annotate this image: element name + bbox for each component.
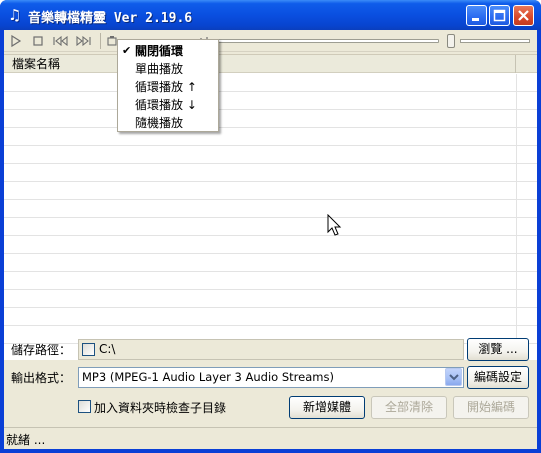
column-header-label: 檔案名稱 [12, 57, 61, 71]
file-list[interactable]: 檔案名稱 [4, 54, 537, 360]
menu-item-loop-down[interactable]: 循環播放 ↓ [118, 96, 218, 114]
close-button[interactable] [513, 5, 534, 26]
include-subfolders-checkbox[interactable] [78, 400, 91, 413]
chevron-down-icon [449, 374, 459, 381]
menu-item-label: 隨機播放 [135, 116, 184, 130]
close-icon [518, 10, 529, 21]
minimize-button[interactable] [466, 5, 487, 26]
mouse-cursor-icon [327, 214, 342, 236]
volume-slider[interactable] [460, 39, 530, 43]
save-path-checkbox[interactable] [82, 343, 95, 356]
column-header-filename[interactable]: 檔案名稱 [4, 55, 516, 73]
maximize-button[interactable] [489, 5, 510, 26]
dropdown-button[interactable] [445, 368, 462, 386]
status-bar: 就緒 ... [4, 427, 537, 449]
save-path-label: 儲存路徑： [11, 343, 72, 357]
maximize-icon [493, 9, 506, 22]
loop-mode-menu: ✔ 關閉循環 單曲播放 循環播放 ↑ 循環播放 ↓ 隨機播放 [117, 39, 219, 132]
menu-item-label: 單曲播放 [135, 62, 184, 76]
player-toolbar [4, 30, 537, 52]
stop-icon[interactable] [32, 33, 44, 49]
music-note-icon: ♫ [8, 6, 22, 24]
column-divider [516, 74, 517, 360]
minimize-icon [472, 18, 479, 21]
clear-all-button[interactable]: 全部清除 [371, 396, 447, 419]
save-path-field[interactable]: C:\ [78, 339, 464, 360]
start-encode-button[interactable]: 開始編碼 [453, 396, 529, 419]
column-header-extra[interactable] [516, 55, 537, 73]
status-text: 就緒 ... [6, 433, 46, 447]
output-format-select[interactable]: MP3 (MPEG-1 Audio Layer 3 Audio Streams) [78, 367, 464, 388]
menu-item-label: 關閉循環 [135, 44, 184, 58]
title-bar[interactable]: ♫ 音樂轉檔精靈 Ver 2.19.6 [0, 0, 541, 30]
checkmark-icon: ✔ [122, 44, 132, 57]
add-media-button[interactable]: 新增媒體 [289, 396, 365, 419]
encode-settings-button[interactable]: 編碼設定 [467, 366, 529, 389]
include-subfolders-label: 加入資料夾時檢查子目錄 [94, 401, 227, 415]
browse-button[interactable]: 瀏覽 ... [467, 338, 529, 361]
volume-slider-thumb[interactable] [447, 34, 455, 48]
list-rows[interactable] [4, 74, 537, 360]
play-icon[interactable] [10, 33, 22, 49]
menu-item-single-play[interactable]: 單曲播放 [118, 60, 218, 78]
client-area: 檔案名稱 儲存路徑： C:\ 瀏覽 ... 輸出格式： MP3 (MPEG-1 … [4, 30, 537, 449]
menu-item-shuffle[interactable]: 隨機播放 [118, 114, 218, 132]
prev-icon[interactable] [52, 33, 68, 49]
save-path-value: C:\ [99, 342, 116, 356]
menu-item-loop-off[interactable]: ✔ 關閉循環 [118, 42, 218, 60]
menu-item-label: 循環播放 ↓ [135, 98, 197, 112]
menu-item-label: 循環播放 ↑ [135, 80, 197, 94]
window-title: 音樂轉檔精靈 Ver 2.19.6 [28, 11, 193, 26]
menu-item-loop-up[interactable]: 循環播放 ↑ [118, 78, 218, 96]
toolbar-separator [100, 33, 101, 49]
output-format-label: 輸出格式： [11, 371, 72, 385]
output-format-value: MP3 (MPEG-1 Audio Layer 3 Audio Streams) [82, 370, 334, 384]
progress-slider[interactable] [214, 39, 439, 43]
next-icon[interactable] [76, 33, 92, 49]
list-header: 檔案名稱 [4, 55, 537, 73]
app-window: ♫ 音樂轉檔精靈 Ver 2.19.6 檔案名稱 儲存路徑： C:\ 瀏覽 ..… [0, 0, 541, 453]
